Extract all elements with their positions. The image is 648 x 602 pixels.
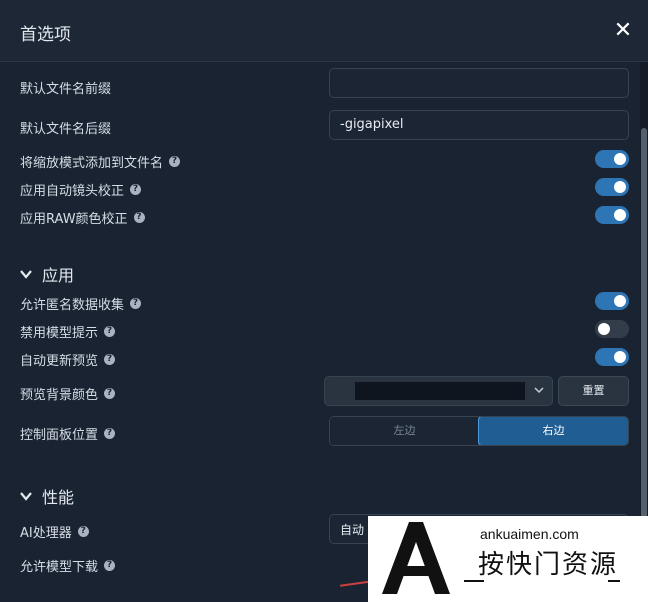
help-icon[interactable]: ? bbox=[104, 428, 116, 439]
toggle-knob bbox=[598, 323, 610, 335]
toggle-knob bbox=[614, 153, 626, 165]
panel-pos-label-text: 控制面板位置 bbox=[20, 428, 99, 443]
watermark-url: ankuaimen.com bbox=[480, 526, 579, 542]
anon-toggle[interactable] bbox=[595, 292, 629, 310]
section-app-header[interactable]: 应用 bbox=[18, 262, 74, 286]
section-app-title: 应用 bbox=[42, 266, 75, 285]
dialog-title: 首选项 bbox=[20, 25, 71, 45]
help-icon[interactable]: ? bbox=[104, 560, 116, 571]
bg-color-label: 预览背景颜色 ? bbox=[20, 384, 116, 403]
raw-label: 应用RAW颜色校正 ? bbox=[20, 208, 145, 227]
add-scale-label-text: 将缩放模式添加到文件名 bbox=[20, 156, 164, 171]
raw-toggle[interactable] bbox=[595, 206, 629, 224]
add-scale-label: 将缩放模式添加到文件名 ? bbox=[20, 152, 181, 171]
close-icon[interactable]: ✕ bbox=[610, 18, 636, 44]
help-icon[interactable]: ? bbox=[77, 526, 89, 537]
prefix-input[interactable] bbox=[329, 68, 629, 98]
bg-color-select[interactable] bbox=[324, 376, 553, 406]
lens-label: 应用自动镜头校正 ? bbox=[20, 180, 142, 199]
toggle-knob bbox=[614, 181, 626, 193]
toggle-knob bbox=[614, 351, 626, 363]
download-label-text: 允许模型下载 bbox=[20, 560, 99, 575]
section-perf-title: 性能 bbox=[42, 488, 75, 507]
dialog-titlebar: 首选项 ✕ bbox=[0, 0, 648, 62]
help-icon[interactable]: ? bbox=[169, 156, 181, 167]
help-icon[interactable]: ? bbox=[133, 212, 145, 223]
raw-label-text: 应用RAW颜色校正 bbox=[20, 212, 128, 227]
disable-tips-label-text: 禁用模型提示 bbox=[20, 326, 99, 341]
toggle-knob bbox=[614, 209, 626, 221]
suffix-label: 默认文件名后缀 bbox=[20, 118, 111, 137]
panel-pos-label: 控制面板位置 ? bbox=[20, 424, 116, 443]
watermark-text: 按快门资源 bbox=[478, 550, 619, 580]
disable-tips-toggle[interactable] bbox=[595, 320, 629, 338]
help-icon[interactable]: ? bbox=[104, 354, 116, 365]
chevron-down-icon bbox=[20, 492, 32, 501]
suffix-input[interactable]: -gigapixel bbox=[329, 110, 629, 140]
chevron-down-icon bbox=[20, 270, 32, 279]
watermark-logo-icon bbox=[382, 522, 450, 594]
lens-toggle[interactable] bbox=[595, 178, 629, 196]
watermark-rule bbox=[464, 580, 484, 582]
section-perf-header[interactable]: 性能 bbox=[18, 484, 74, 508]
ai-label: AI处理器 ? bbox=[20, 522, 89, 541]
help-icon[interactable]: ? bbox=[130, 184, 142, 195]
help-icon[interactable]: ? bbox=[130, 298, 142, 309]
anon-label: 允许匿名数据收集 ? bbox=[20, 294, 142, 313]
bg-color-swatch bbox=[355, 382, 525, 400]
panel-left-option[interactable]: 左边 bbox=[330, 417, 479, 445]
toggle-knob bbox=[614, 295, 626, 307]
ai-label-text: AI处理器 bbox=[20, 526, 72, 541]
download-label: 允许模型下载 ? bbox=[20, 556, 116, 575]
disable-tips-label: 禁用模型提示 ? bbox=[20, 322, 116, 341]
reset-button[interactable]: 重置 bbox=[558, 376, 629, 406]
anon-label-text: 允许匿名数据收集 bbox=[20, 298, 125, 313]
help-icon[interactable]: ? bbox=[104, 388, 116, 399]
panel-position-segmented: 左边 右边 bbox=[329, 416, 629, 446]
suffix-label-text: 默认文件名后缀 bbox=[20, 122, 112, 137]
prefix-label: 默认文件名前缀 bbox=[20, 78, 111, 97]
panel-right-option[interactable]: 右边 bbox=[478, 417, 628, 445]
watermark-rule bbox=[608, 580, 620, 582]
bg-color-label-text: 预览背景颜色 bbox=[20, 388, 99, 403]
add-scale-toggle[interactable] bbox=[595, 150, 629, 168]
auto-preview-label: 自动更新预览 ? bbox=[20, 350, 116, 369]
auto-preview-label-text: 自动更新预览 bbox=[20, 354, 99, 369]
auto-preview-toggle[interactable] bbox=[595, 348, 629, 366]
prefix-label-text: 默认文件名前缀 bbox=[20, 82, 112, 97]
watermark-overlay: ankuaimen.com 按快门资源 bbox=[368, 516, 648, 602]
help-icon[interactable]: ? bbox=[104, 326, 116, 337]
chevron-down-icon bbox=[534, 387, 544, 394]
lens-label-text: 应用自动镜头校正 bbox=[20, 184, 125, 199]
